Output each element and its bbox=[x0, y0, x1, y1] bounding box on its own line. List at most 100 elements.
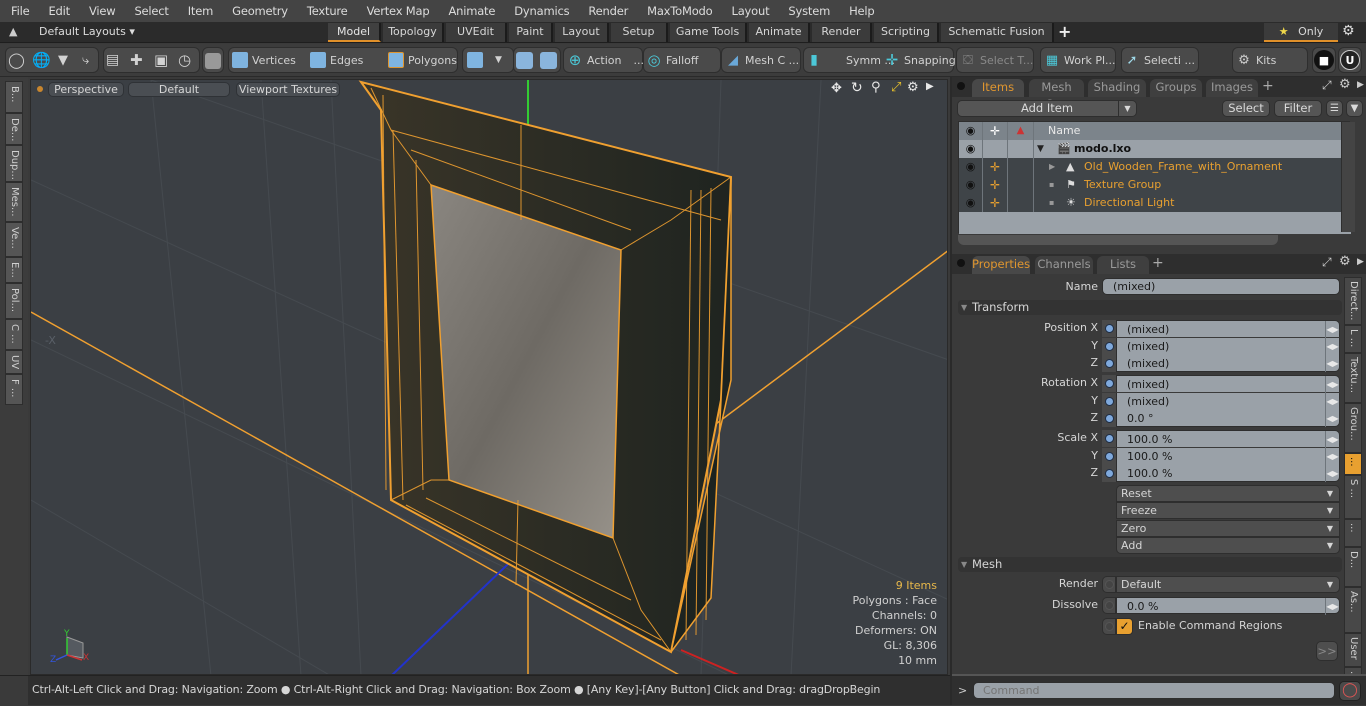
panel-toggle-dot[interactable] bbox=[957, 82, 965, 90]
viewport-menu-arrow-icon[interactable]: ▶ bbox=[926, 81, 934, 92]
slider-arrows-icon[interactable]: ◀▶ bbox=[1325, 431, 1339, 448]
layout-tab-scripting[interactable]: Scripting bbox=[874, 23, 939, 42]
layout-tab-uvedit[interactable]: UVEdit bbox=[446, 23, 507, 42]
scale-z-anim-dot[interactable] bbox=[1102, 465, 1116, 482]
lock-toggle-icon[interactable]: ✛ bbox=[983, 176, 1008, 194]
position-y-anim-dot[interactable] bbox=[1102, 337, 1116, 355]
items-tab-mesh-ops[interactable]: Mesh Ops bbox=[1029, 79, 1084, 111]
viewport-indicator-dot[interactable] bbox=[37, 86, 43, 92]
select-through-button[interactable]: ⛋ Select T... bbox=[960, 47, 1033, 73]
transform-section-header[interactable]: ▼ Transform bbox=[958, 300, 1342, 315]
viewport-textures-button[interactable]: Viewport Textures bbox=[236, 82, 340, 97]
falloff-button[interactable]: ◎ Falloff bbox=[646, 47, 698, 73]
action-center-button[interactable]: ⊕ Action... bbox=[567, 47, 644, 73]
scale-y-input[interactable]: 100.0 % ◀▶ bbox=[1116, 447, 1340, 465]
menu-file[interactable]: File bbox=[0, 4, 37, 18]
collapse-toolbar-icon[interactable]: ▲ bbox=[9, 25, 17, 38]
item-row[interactable]: ◉ ✛ ▶ ▲ Old_Wooden_Frame_with_Ornament bbox=[959, 158, 1351, 176]
menu-view[interactable]: View bbox=[78, 4, 124, 18]
item-row[interactable]: ◉ ▼ 🎬 modo.lxo bbox=[959, 140, 1351, 158]
panel-gear-icon[interactable]: ⚙ bbox=[1339, 77, 1351, 92]
add-item-dropdown[interactable]: Add Item ▼ bbox=[957, 100, 1137, 117]
slider-arrows-icon[interactable]: ◀▶ bbox=[1325, 321, 1339, 338]
rotation-z-input[interactable]: 0.0 ° ◀▶ bbox=[1116, 410, 1340, 427]
visibility-column-eye-icon[interactable]: ◉ bbox=[959, 122, 983, 140]
properties-tab-properties[interactable]: Properties bbox=[972, 256, 1030, 274]
rotation-z-anim-dot[interactable] bbox=[1102, 410, 1116, 427]
pen-tool-icon[interactable]: ▼ bbox=[58, 47, 68, 73]
expand-properties-icon[interactable]: ⤢ bbox=[1322, 255, 1332, 270]
dial-icon[interactable]: ◷ bbox=[178, 47, 191, 73]
menu-vertex-map[interactable]: Vertex Map bbox=[356, 4, 438, 18]
edges-button[interactable]: Edges bbox=[310, 47, 363, 73]
properties-side-tab[interactable]: As... bbox=[1344, 587, 1362, 633]
visibility-eye-icon[interactable]: ◉ bbox=[959, 176, 983, 194]
command-input[interactable] bbox=[973, 682, 1335, 699]
frame-icon[interactable]: ▣ bbox=[154, 47, 168, 73]
filter-button[interactable]: Filter bbox=[1274, 100, 1322, 117]
left-tool-tab[interactable]: UV bbox=[5, 350, 23, 374]
scale-x-input[interactable]: 100.0 % ◀▶ bbox=[1116, 430, 1340, 448]
layout-tab-animate[interactable]: Animate bbox=[749, 23, 810, 42]
left-tool-tab[interactable]: B... bbox=[5, 81, 23, 113]
left-tool-tab[interactable]: E... bbox=[5, 257, 23, 283]
slider-arrows-icon[interactable]: ◀▶ bbox=[1325, 392, 1339, 410]
slider-arrows-icon[interactable]: ◀▶ bbox=[1325, 598, 1339, 615]
position-z-input[interactable]: (mixed) ◀▶ bbox=[1116, 355, 1340, 372]
only-favorites-button[interactable]: ★ Only bbox=[1264, 23, 1338, 42]
scale-y-anim-dot[interactable] bbox=[1102, 447, 1116, 465]
menu-edit[interactable]: Edit bbox=[37, 4, 77, 18]
left-tool-tab[interactable]: Mes... bbox=[5, 182, 23, 222]
expand-triangle-icon[interactable]: ▼ bbox=[1037, 141, 1044, 157]
slider-arrows-icon[interactable]: ◀▶ bbox=[1325, 337, 1339, 355]
viewport-canvas[interactable]: -X Y X Z bbox=[31, 80, 948, 675]
scale-z-input[interactable]: 100.0 % ◀▶ bbox=[1116, 465, 1340, 482]
rotation-x-input[interactable]: (mixed) ◀▶ bbox=[1116, 375, 1340, 393]
lock-toggle-icon[interactable]: ✛ bbox=[983, 194, 1008, 212]
dissolve-input[interactable]: 0.0 % ◀▶ bbox=[1116, 597, 1340, 615]
visibility-eye-icon[interactable]: ◉ bbox=[959, 140, 983, 158]
record-macro-icon[interactable]: ◯ bbox=[1339, 681, 1361, 701]
vertices-button[interactable]: Vertices bbox=[232, 47, 296, 73]
properties-side-tab[interactable]: S ... bbox=[1344, 475, 1362, 519]
expand-arrow-icon[interactable]: ▶ bbox=[1049, 159, 1055, 175]
align-icon[interactable]: ▤ bbox=[106, 47, 119, 73]
mode-dropdown-arrow-icon[interactable]: ▼ bbox=[495, 47, 502, 73]
gear-icon[interactable]: ⚙ bbox=[1342, 23, 1355, 39]
item-list-vscrollbar[interactable] bbox=[1341, 122, 1355, 232]
rotation-y-anim-dot[interactable] bbox=[1102, 392, 1116, 410]
layout-tab-setup[interactable]: Setup bbox=[611, 23, 668, 42]
dissolve-anim-dot[interactable] bbox=[1102, 597, 1116, 614]
position-x-anim-dot[interactable] bbox=[1102, 320, 1116, 337]
left-tool-tab[interactable]: Ve... bbox=[5, 222, 23, 257]
add-layout-tab-button[interactable]: + bbox=[1058, 22, 1071, 41]
items-tab-groups[interactable]: Groups bbox=[1150, 79, 1202, 97]
unity-cube-icon[interactable]: ■ bbox=[1314, 50, 1334, 70]
menu-geometry[interactable]: Geometry bbox=[221, 4, 296, 18]
layout-tab-render[interactable]: Render bbox=[812, 23, 872, 42]
position-y-input[interactable]: (mixed) ◀▶ bbox=[1116, 337, 1340, 355]
add-properties-tab-button[interactable]: + bbox=[1152, 255, 1164, 271]
menu-item[interactable]: Item bbox=[177, 4, 221, 18]
wooden-frame-mesh[interactable] bbox=[358, 80, 733, 654]
maximize-viewport-icon[interactable]: ⤢ bbox=[891, 80, 901, 95]
expand-panel-icon[interactable]: ⤢ bbox=[1322, 78, 1332, 93]
panel-menu-arrow-icon[interactable]: ▶ bbox=[1357, 80, 1364, 90]
item-type-column-icon[interactable]: ▲ bbox=[1008, 122, 1034, 140]
menu-system[interactable]: System bbox=[777, 4, 838, 18]
polygons-button[interactable]: Polygons bbox=[388, 47, 457, 73]
add-dropdown[interactable]: Add ▼ bbox=[1116, 536, 1340, 554]
slider-arrows-icon[interactable]: ◀▶ bbox=[1325, 410, 1339, 427]
local-transform-icon[interactable] bbox=[540, 52, 557, 69]
lock-toggle-icon[interactable]: ✛ bbox=[983, 158, 1008, 176]
menu-texture[interactable]: Texture bbox=[296, 4, 356, 18]
unreal-logo-icon[interactable]: U bbox=[1340, 50, 1360, 70]
shading-default-button[interactable]: Default bbox=[128, 82, 230, 97]
zero-dropdown[interactable]: Zero ▼ bbox=[1116, 519, 1340, 537]
properties-side-tab[interactable]: Direct... bbox=[1344, 277, 1362, 325]
enable-command-regions-checkbox[interactable]: ✓ bbox=[1116, 618, 1133, 635]
item-mode-cube-icon[interactable] bbox=[205, 53, 221, 69]
world-transform-icon[interactable] bbox=[516, 52, 533, 69]
slider-arrows-icon[interactable]: ◀▶ bbox=[1325, 465, 1339, 482]
menu-maxtomodo[interactable]: MaxToModo bbox=[636, 4, 720, 18]
